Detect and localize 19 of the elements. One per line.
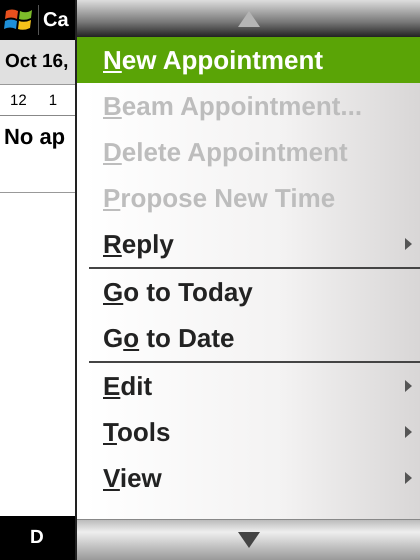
scroll-down-button[interactable] — [77, 519, 420, 560]
submenu-arrow-icon — [405, 472, 412, 484]
submenu-arrow-icon — [405, 238, 412, 250]
menu-item[interactable]: Tools — [77, 409, 420, 455]
hour-label: 12 — [10, 92, 27, 108]
menu-item[interactable]: Go to Today — [77, 269, 420, 315]
down-arrow-icon — [238, 532, 260, 548]
date-label: Oct 16, — [5, 51, 68, 73]
menu-item[interactable]: Reply — [77, 221, 420, 267]
hour-label: 1 — [48, 92, 58, 108]
scroll-up-button[interactable] — [77, 0, 420, 37]
window-title: Ca — [43, 8, 69, 32]
submenu-arrow-icon — [405, 426, 412, 438]
submenu-arrow-icon — [405, 380, 412, 392]
menu-item[interactable]: View — [77, 455, 420, 501]
up-arrow-icon — [238, 10, 260, 26]
menu-item[interactable]: Go to Date — [77, 315, 420, 361]
menu-item[interactable]: Edit — [77, 363, 420, 409]
softkey[interactable]: D — [30, 527, 44, 549]
